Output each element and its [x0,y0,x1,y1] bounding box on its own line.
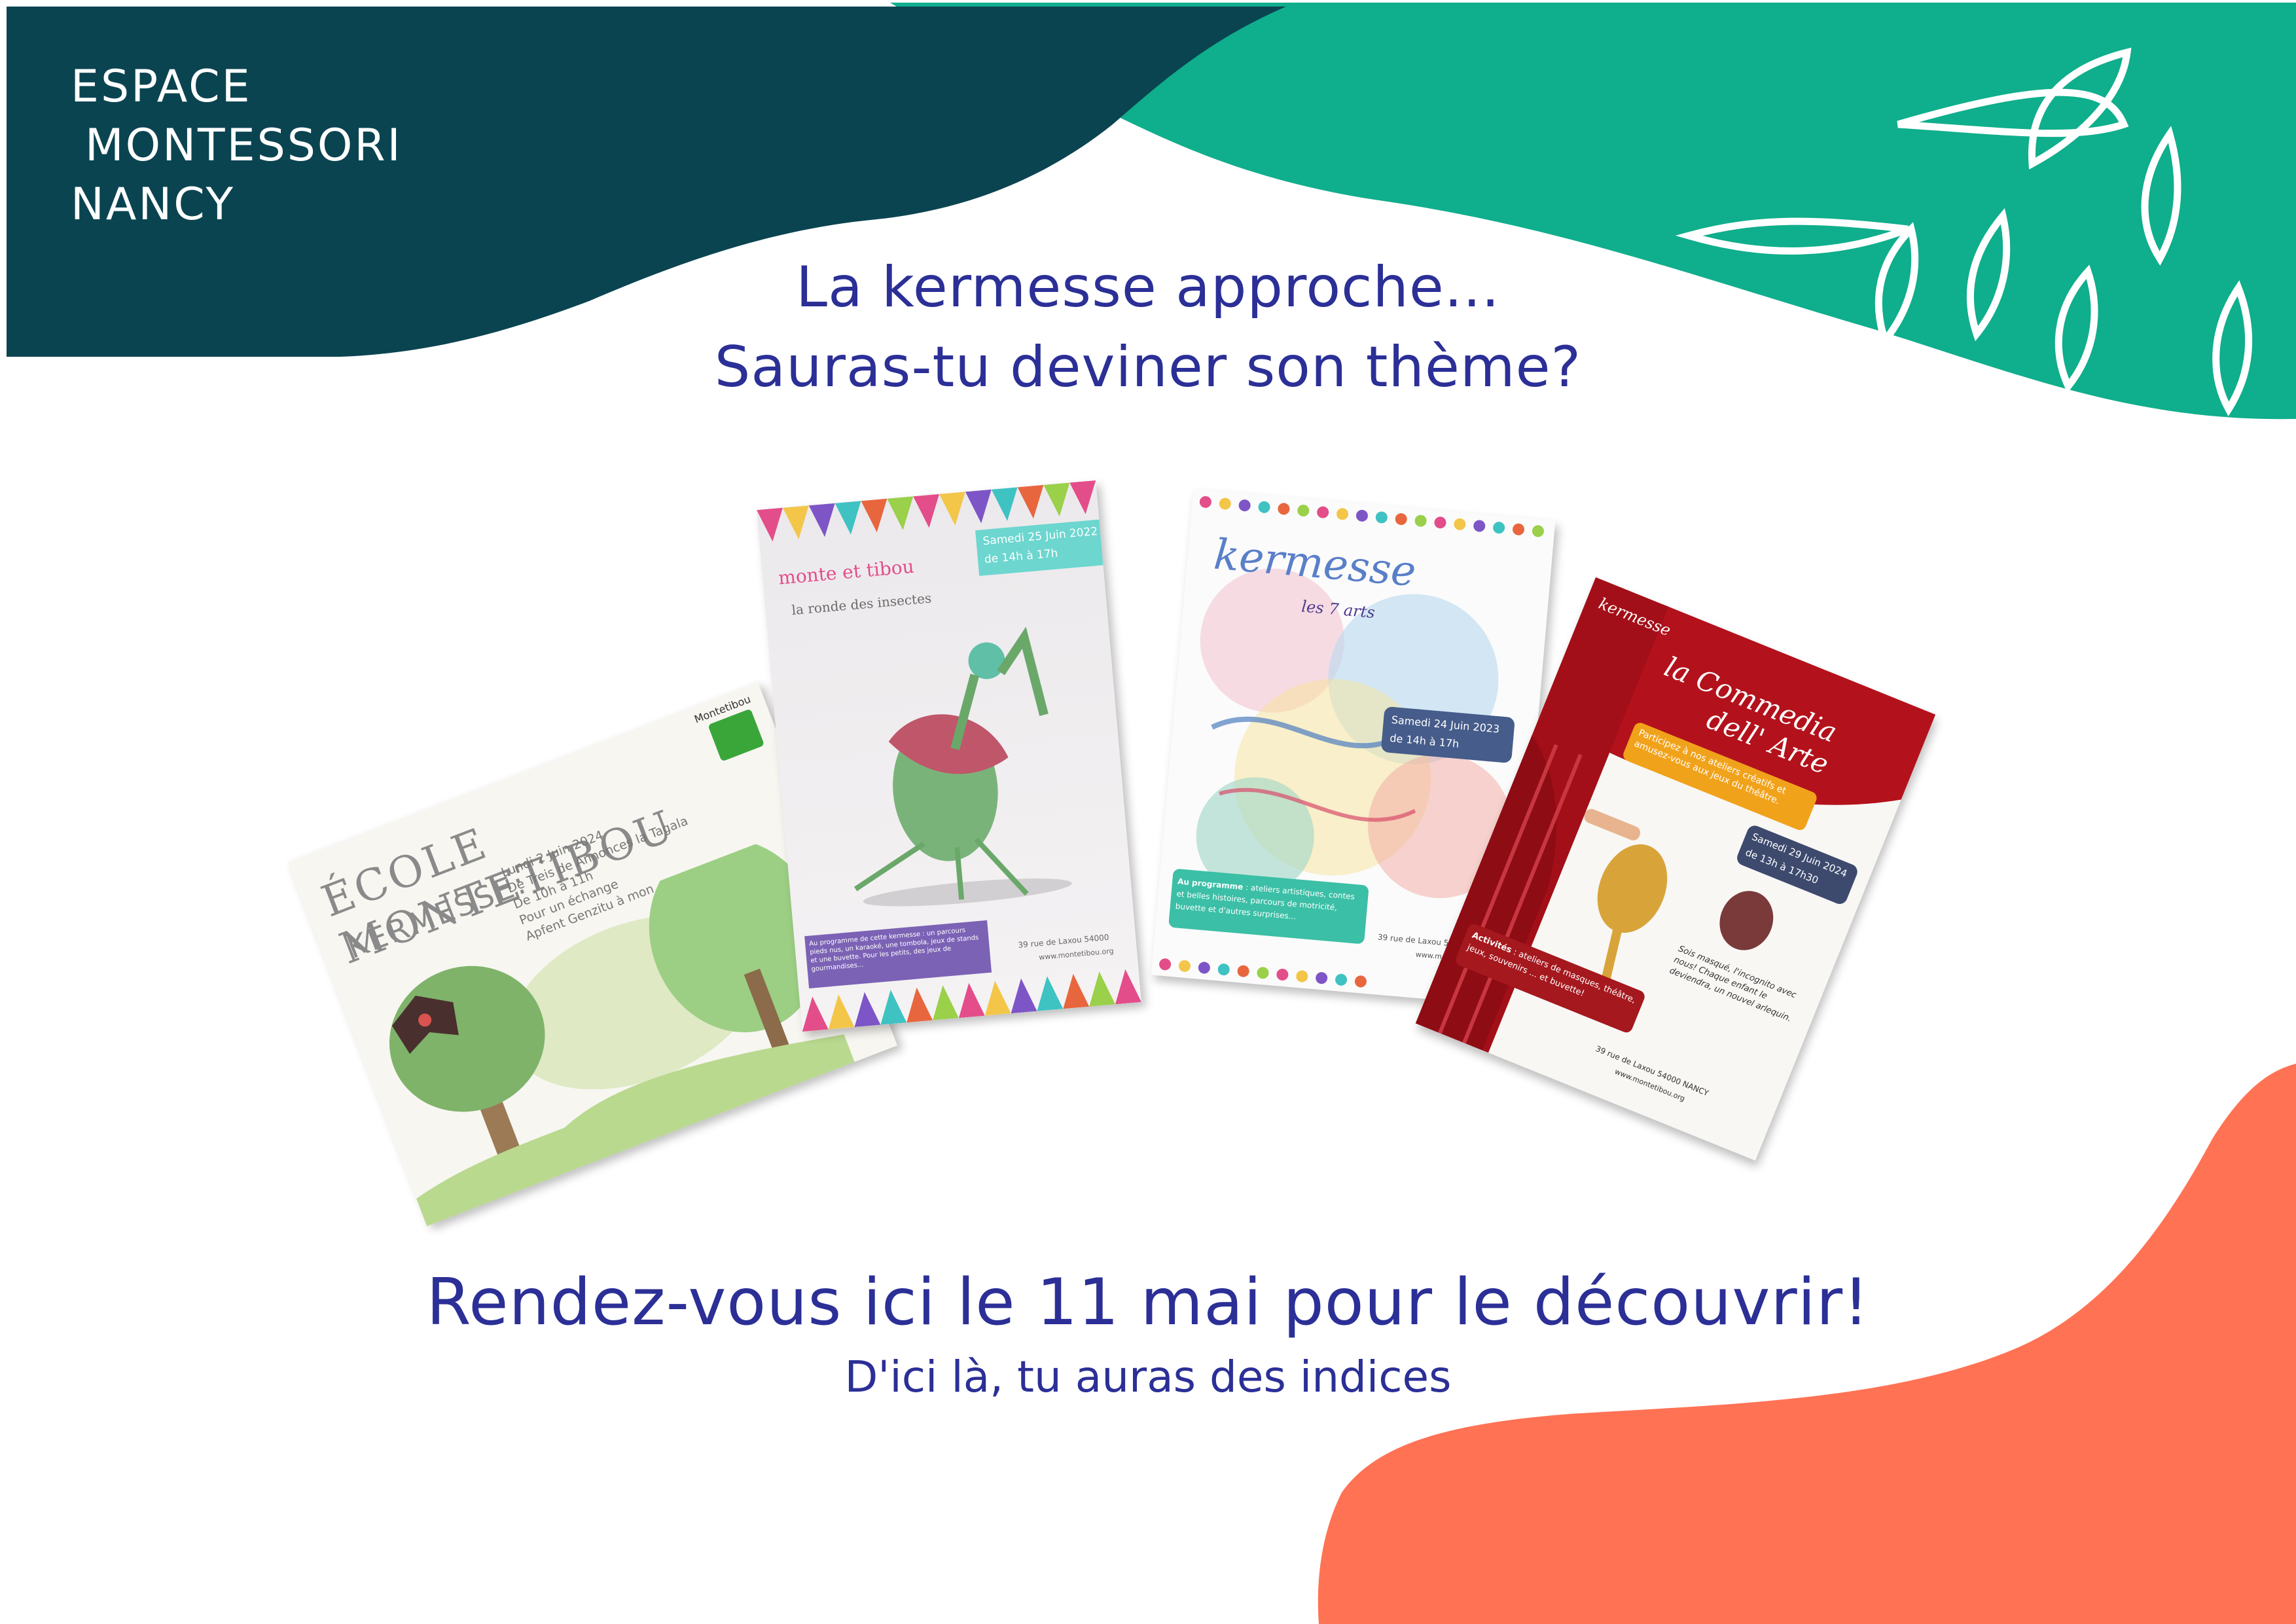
poster-website: www.montetibou.org [1038,947,1115,962]
poster-2022-insects: monte et tibou la ronde des insectes Sam… [757,480,1141,1032]
logo-line-1: ESPACE [71,61,252,113]
poster-hours: de 14h à 17h [984,547,1059,567]
espace-montessori-logo: ESPACE MONTESSORI NANCY [71,58,403,234]
coral-wave-shape [1318,1064,2296,1624]
poster-date: Samedi 24 Juin 2023 [1391,713,1500,736]
poster-program-box: Au programme de cette kermesse : un parc… [804,920,992,988]
logo-line-3: NANCY [71,179,236,230]
poster-address: 39 rue de Laxou 54000 [1017,932,1110,950]
poster-program-text: Au programme de cette kermesse : un parc… [808,926,979,973]
poster-date-banner: Samedi 25 Juin 2022 de 14h à 17h [975,519,1103,576]
logo-line-2: MONTESSORI [85,120,403,171]
praying-mantis-photo [853,626,1072,907]
call-to-action-subtitle: D'ici là, tu auras des indices [844,1352,1452,1402]
poster-date: Samedi 25 Juin 2022 [982,524,1098,549]
headline-line-1: La kermesse approche... [796,255,1500,320]
poster-program-text: : ateliers artistiques, contes et belles… [1175,882,1355,922]
call-to-action: Rendez-vous ici le 11 mai pour le découv… [426,1265,1870,1340]
poster-theme-label: la ronde des insectes [791,590,933,619]
headline-line-2: Sauras-tu deviner son thème? [714,334,1582,400]
poster-brand-label: monte et tibou [777,555,915,589]
poster-hours: de 14h à 17h [1389,731,1460,751]
